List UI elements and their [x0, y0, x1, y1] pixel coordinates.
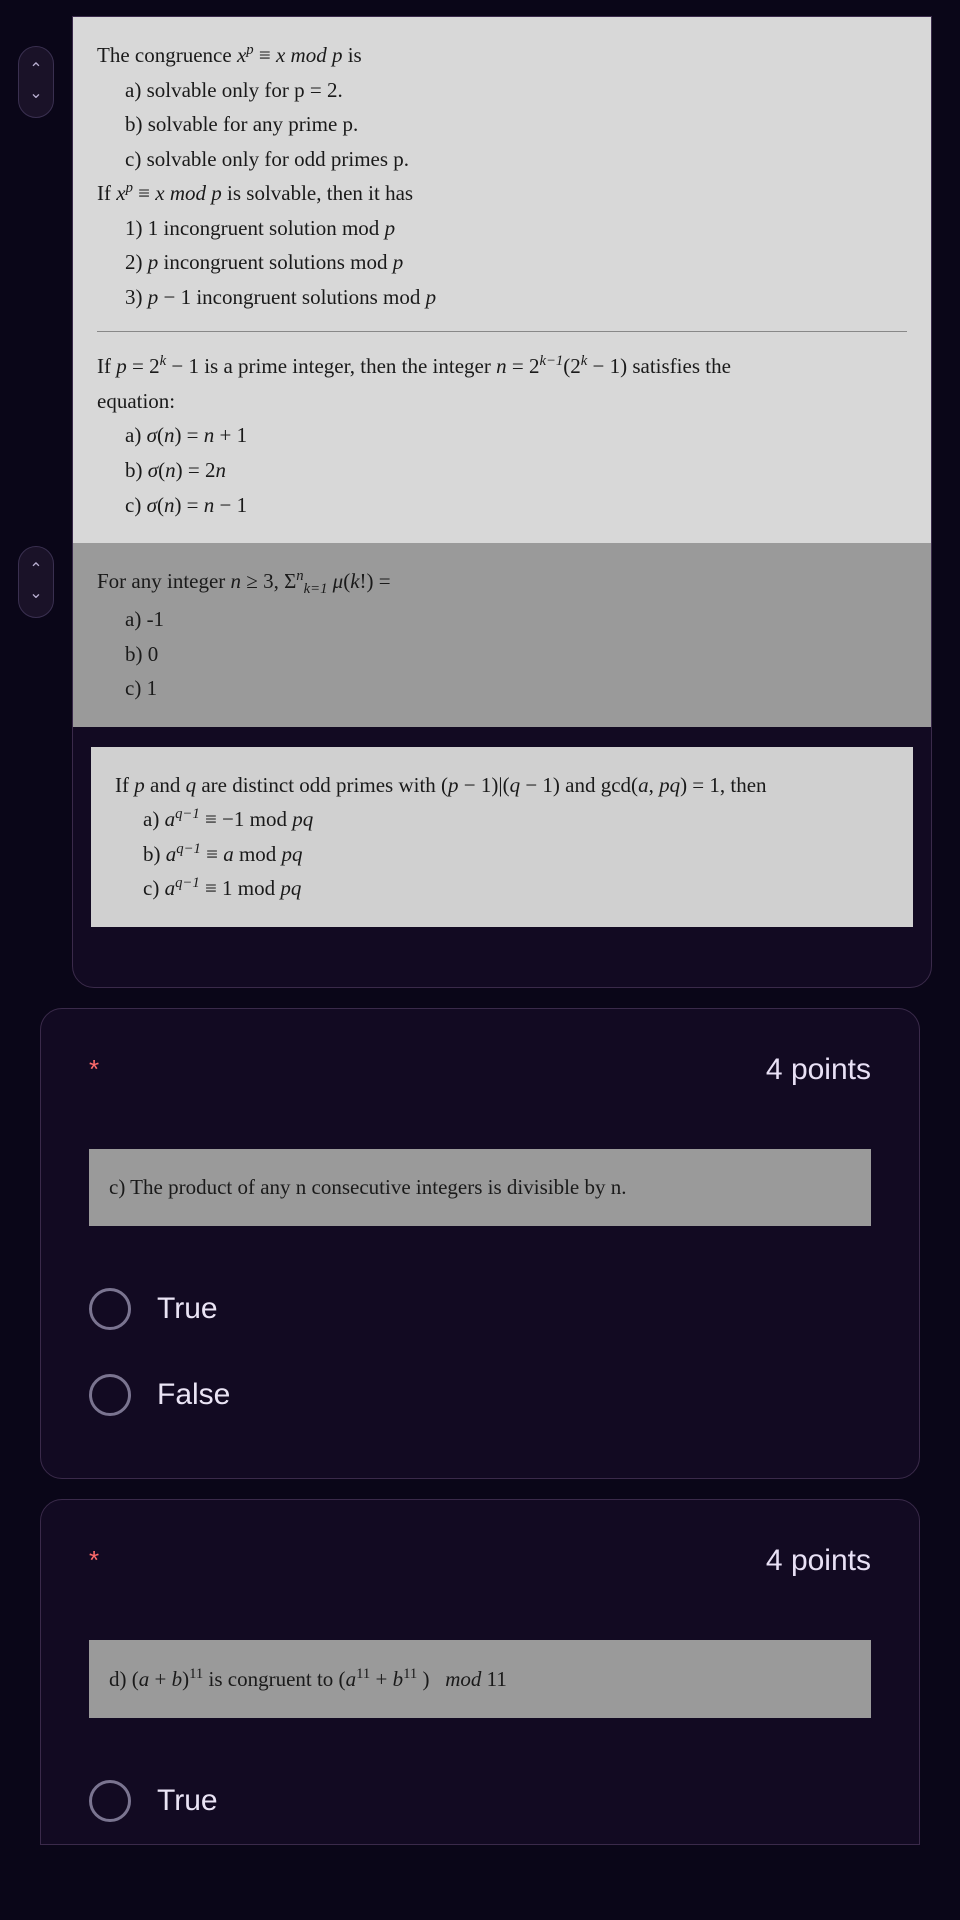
- q4-opt-b: b) aq−1 ≡ a mod pq: [143, 838, 889, 871]
- scroll-tab-1[interactable]: ⌃ ⌄: [18, 46, 54, 118]
- radio-icon: [89, 1288, 131, 1330]
- chevron-down-icon: ⌄: [29, 582, 42, 606]
- q2-line1: If p = 2k − 1 is a prime integer, then t…: [97, 350, 907, 383]
- question-block-4: If p and q are distinct odd primes with …: [91, 747, 913, 927]
- statement-block-c: c) The product of any n consecutive inte…: [89, 1149, 871, 1226]
- q1-opt-c: c) solvable only for odd primes p.: [125, 143, 907, 176]
- q2-line2: equation:: [97, 385, 907, 418]
- q3-line1: For any integer n ≥ 3, Σnk=1 μ(k!) =: [97, 565, 917, 601]
- radio-icon: [89, 1374, 131, 1416]
- scroll-tab-2[interactable]: ⌃ ⌄: [18, 546, 54, 618]
- points-label: 4 points: [766, 1544, 871, 1578]
- q1-opt-2: 2) p incongruent solutions mod p: [125, 246, 907, 279]
- statement-block-d: d) (a + b)11 is congruent to (a11 + b11 …: [89, 1640, 871, 1718]
- q2-opt-b: b) σ(n) = 2n: [125, 454, 907, 487]
- q1-line1: The congruence xp ≡ x mod p is: [97, 39, 907, 72]
- option-label-false: False: [157, 1378, 230, 1412]
- required-star: *: [89, 1545, 99, 1576]
- question-card-3: * 4 points d) (a + b)11 is congruent to …: [40, 1499, 920, 1845]
- chevron-up-icon: ⌃: [29, 58, 42, 82]
- option-label-true: True: [157, 1292, 218, 1326]
- option-label-true: True: [157, 1784, 218, 1818]
- q1-line2: If xp ≡ x mod p is solvable, then it has: [97, 177, 907, 210]
- option-false[interactable]: False: [89, 1352, 871, 1438]
- q1-opt-a: a) solvable only for p = 2.: [125, 74, 907, 107]
- required-star: *: [89, 1054, 99, 1085]
- question-block-3: For any integer n ≥ 3, Σnk=1 μ(k!) = a) …: [72, 543, 932, 727]
- q1-opt-b: b) solvable for any prime p.: [125, 108, 907, 141]
- q1-opt-1: 1) 1 incongruent solution mod p: [125, 212, 907, 245]
- radio-icon: [89, 1780, 131, 1822]
- q3-opt-b: b) 0: [125, 638, 917, 671]
- question-block-1: The congruence xp ≡ x mod p is a) solvab…: [73, 17, 931, 543]
- question-card-2: * 4 points c) The product of any n conse…: [40, 1008, 920, 1479]
- chevron-down-icon: ⌄: [29, 82, 42, 106]
- q2-opt-c: c) σ(n) = n − 1: [125, 489, 907, 522]
- q4-opt-c: c) aq−1 ≡ 1 mod pq: [143, 872, 889, 905]
- q3-opt-c: c) 1: [125, 672, 917, 705]
- q1-opt-3: 3) p − 1 incongruent solutions mod p: [125, 281, 907, 314]
- q2-opt-a: a) σ(n) = n + 1: [125, 419, 907, 452]
- q4-opt-a: a) aq−1 ≡ −1 mod pq: [143, 803, 889, 836]
- question-card-1: The congruence xp ≡ x mod p is a) solvab…: [72, 16, 932, 988]
- chevron-up-icon: ⌃: [29, 558, 42, 582]
- option-true[interactable]: True: [89, 1758, 871, 1844]
- points-label: 4 points: [766, 1053, 871, 1087]
- option-true[interactable]: True: [89, 1266, 871, 1352]
- q3-opt-a: a) -1: [125, 603, 917, 636]
- q4-line1: If p and q are distinct odd primes with …: [115, 769, 889, 802]
